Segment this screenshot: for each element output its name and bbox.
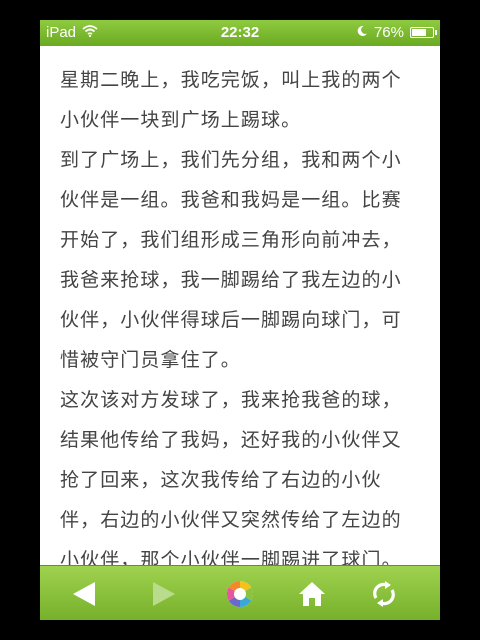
refresh-icon <box>373 581 395 607</box>
refresh-button[interactable] <box>368 578 400 610</box>
status-bar: iPad 22:32 76% <box>40 20 440 46</box>
bottom-toolbar <box>40 565 440 620</box>
battery-icon <box>410 27 437 38</box>
moon-icon <box>356 24 368 41</box>
back-button[interactable] <box>68 578 100 610</box>
home-button[interactable] <box>296 578 328 610</box>
battery-level <box>412 29 426 36</box>
share-button[interactable] <box>224 578 256 610</box>
paragraph: 星期二晚上，我吃完饭，叫上我的两个小伙伴一块到广场上踢球。 <box>60 69 402 131</box>
share-icon <box>226 580 254 608</box>
home-icon <box>299 582 325 606</box>
back-icon <box>73 582 95 606</box>
forward-icon <box>153 582 175 606</box>
paragraph: 到了广场上，我们先分组，我和两个小伙伴是一组。我爸和我妈是一组。比赛开始了，我们… <box>60 149 402 371</box>
forward-button[interactable] <box>148 578 180 610</box>
device-screen: iPad 22:32 76% 星期二晚上，我吃完饭，叫上我的两个小伙伴一块到广场… <box>40 20 440 620</box>
paragraph: 这次该对方发球了，我来抢我爸的球，结果他传给了我妈，还好我的小伙伴又抢了回来，这… <box>60 389 402 565</box>
battery-percent: 76% <box>373 24 404 41</box>
status-right: 76% <box>356 24 437 41</box>
article-content[interactable]: 星期二晚上，我吃完饭，叫上我的两个小伙伴一块到广场上踢球。 到了广场上，我们先分… <box>40 46 440 565</box>
